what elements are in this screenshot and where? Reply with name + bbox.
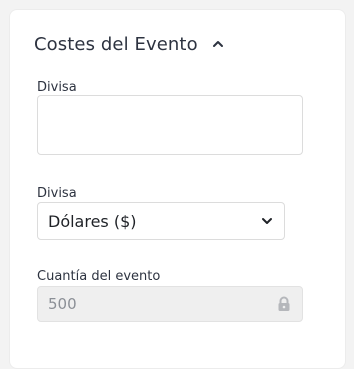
chevron-down-icon xyxy=(260,214,274,228)
currency-select[interactable]: Dólares ($) xyxy=(37,202,285,240)
event-amount-value: 500 xyxy=(48,295,77,313)
event-amount-label: Cuantía del evento xyxy=(37,269,161,284)
chevron-up-icon[interactable] xyxy=(210,36,226,52)
currency-text-input[interactable] xyxy=(37,95,303,155)
currency-select-label: Divisa xyxy=(37,186,77,201)
lock-icon xyxy=(276,296,292,312)
section-title: Costes del Evento xyxy=(34,33,198,55)
currency-text-label: Divisa xyxy=(37,80,77,95)
currency-select-value: Dólares ($) xyxy=(48,211,137,231)
section-header[interactable]: Costes del Evento xyxy=(34,32,226,56)
event-amount-input: 500 xyxy=(37,286,303,322)
